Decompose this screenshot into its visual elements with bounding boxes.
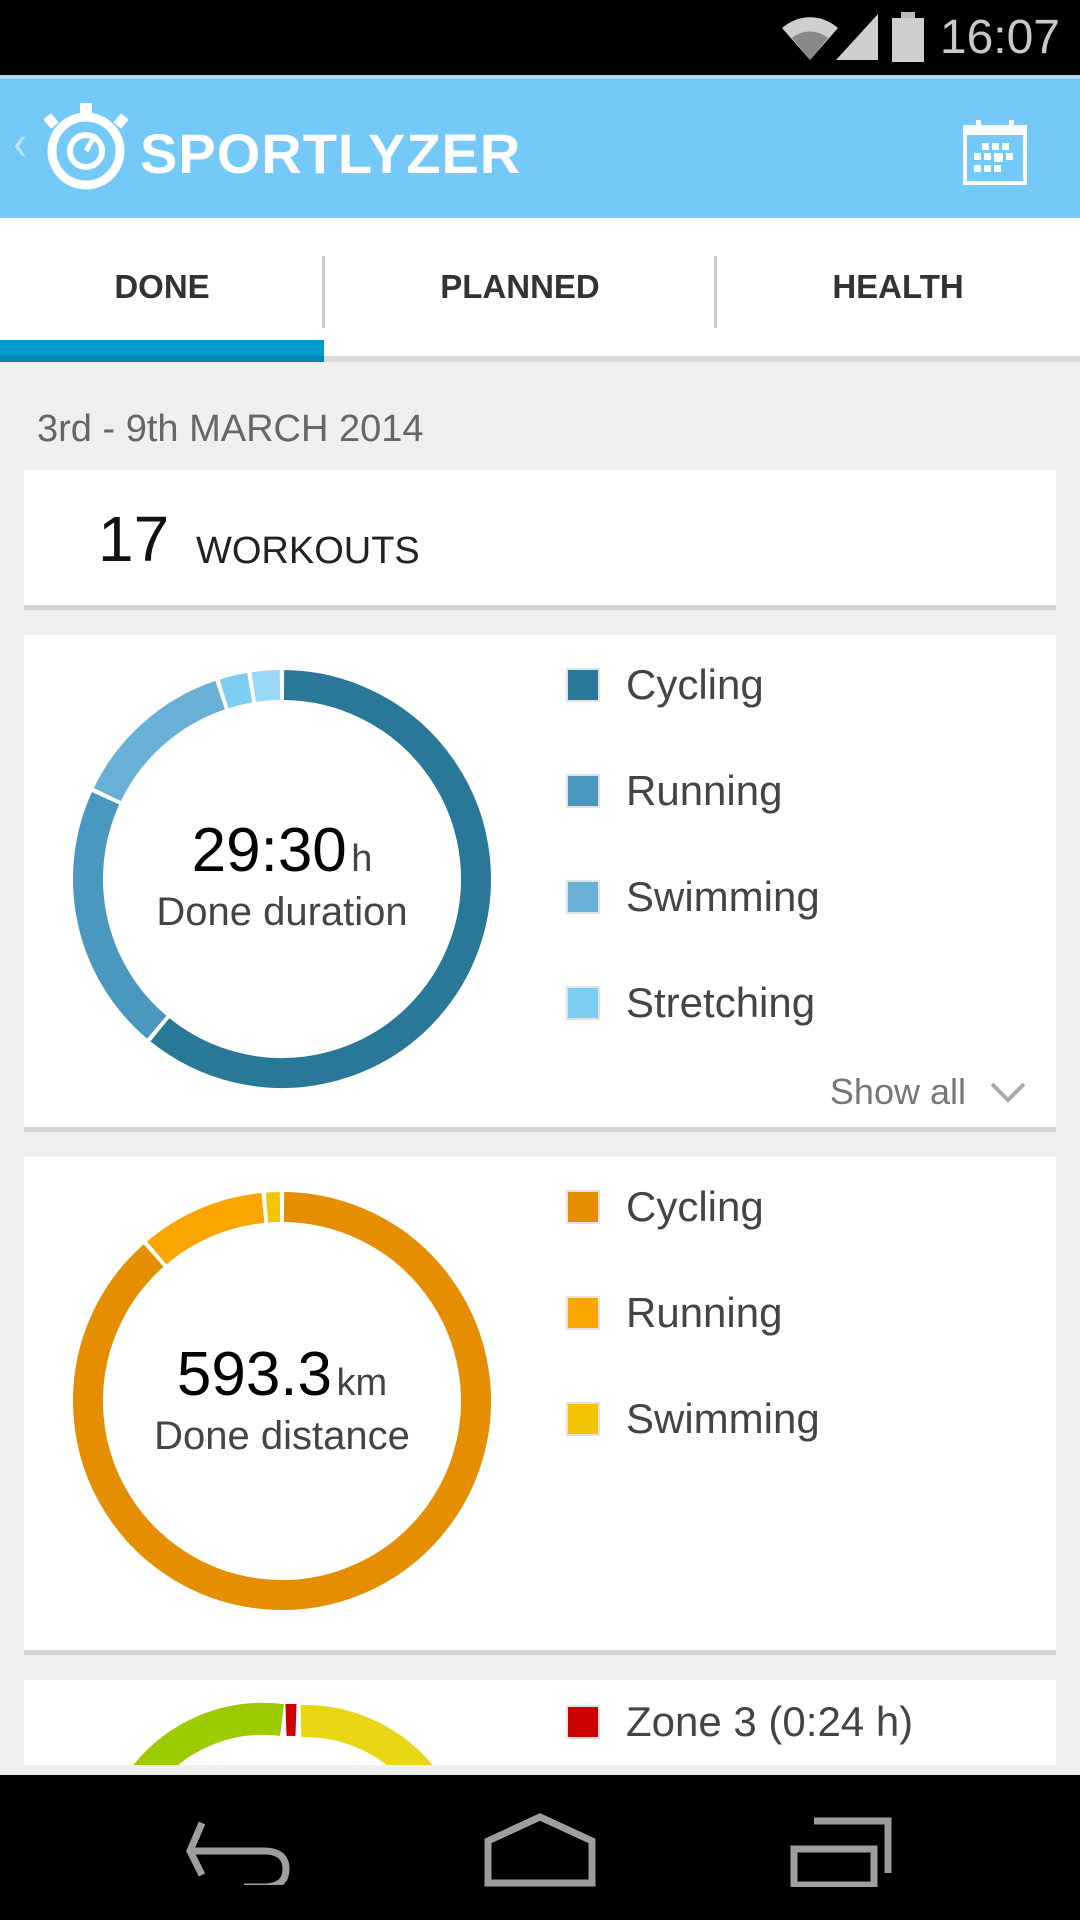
donut-segment-running [147, 1193, 265, 1265]
duration-summary: 29:30 h Done duration [72, 815, 492, 935]
legend-label: Swimming [626, 1395, 820, 1442]
duration-card[interactable]: 29:30 h Done duration Cycling Running Swim… [24, 635, 1056, 1132]
legend-item: Running [566, 767, 782, 815]
zone-arc-green [133, 1702, 285, 1765]
legend-label: Swimming [626, 873, 820, 920]
battery-icon [892, 12, 924, 62]
distance-summary: 593.3 km Done distance [72, 1339, 492, 1459]
tab-label: DONE [114, 268, 210, 305]
status-bar: 16:07 [0, 0, 1080, 75]
stopwatch-icon[interactable] [44, 101, 128, 191]
chevron-down-icon [990, 1082, 1026, 1103]
duration-value: 29:30 [191, 816, 347, 885]
signal-icon [836, 14, 878, 60]
tab-label: HEALTH [832, 268, 964, 305]
donut-segment-stretching [219, 672, 253, 709]
app-title: SPORTLYZER [140, 122, 522, 185]
legend-swatch [566, 1705, 600, 1739]
legend-label: Cycling [626, 661, 764, 708]
legend-swatch [566, 880, 600, 914]
date-range: 3rd - 9th MARCH 2014 [37, 408, 424, 450]
legend-label: Running [626, 767, 783, 814]
donut-segment-swimming [93, 680, 226, 802]
tab-bar: DONE PLANNED HEALTH [0, 218, 1080, 362]
distance-value: 593.3 [176, 1340, 333, 1409]
tab-label: PLANNED [440, 268, 600, 305]
legend-swatch [566, 774, 600, 808]
zone-arc-yellow [300, 1704, 433, 1765]
distance-card[interactable]: 593.3 km Done distance Cycling Running Swi… [24, 1157, 1056, 1655]
tab-done[interactable]: DONE [0, 218, 324, 356]
duration-legend: Cycling Running Swimming Stretching [566, 635, 1026, 1065]
back-icon[interactable] [186, 1815, 292, 1885]
duration-unit: h [351, 838, 373, 880]
home-icon[interactable] [484, 1813, 596, 1887]
clock: 16:07 [939, 11, 1060, 64]
legend-label: Cycling [626, 1183, 764, 1230]
legend-item: Running [566, 1289, 782, 1337]
donut-segment-other [251, 670, 281, 702]
legend-label: Running [626, 1289, 783, 1336]
show-all-button[interactable]: Show all [830, 1071, 1026, 1113]
tab-planned[interactable]: PLANNED [324, 218, 716, 356]
tab-health[interactable]: HEALTH [716, 218, 1080, 356]
zones-donut [133, 1702, 433, 1765]
workouts-count: 17 [98, 503, 170, 575]
legend-item: Swimming [566, 1395, 820, 1443]
legend-item: Cycling [566, 1183, 764, 1231]
donut-segment-swimming [265, 1192, 281, 1223]
distance-unit: km [336, 1362, 388, 1404]
distance-label: Done distance [154, 1414, 410, 1458]
calendar-icon[interactable] [962, 119, 1028, 185]
legend-label: Zone 3 (0:24 h) [626, 1698, 914, 1745]
legend-item: Zone 3 (0:24 h) [566, 1698, 913, 1746]
wifi-icon [782, 17, 838, 60]
recents-icon[interactable] [790, 1815, 894, 1887]
legend-item: Stretching [566, 979, 815, 1027]
legend-item: Cycling [566, 661, 764, 709]
back-chevron-icon[interactable]: ‹ [12, 115, 27, 173]
legend-swatch [566, 1296, 600, 1330]
legend-swatch [566, 1190, 600, 1224]
show-all-label: Show all [829, 1071, 966, 1112]
legend-swatch [566, 1402, 600, 1436]
workouts-label: WORKOUTS [196, 530, 420, 572]
legend-swatch [566, 986, 600, 1020]
workouts-card[interactable]: 17 WORKOUTS [24, 470, 1056, 610]
active-tab-indicator [0, 340, 324, 362]
duration-label: Done duration [156, 890, 408, 934]
app-bar: ‹ SPORTLYZER [0, 75, 1080, 218]
legend-item: Swimming [566, 873, 820, 921]
legend-swatch [566, 668, 600, 702]
legend-label: Stretching [626, 979, 816, 1026]
distance-legend: Cycling Running Swimming [566, 1157, 1026, 1587]
zones-card[interactable]: Zone 3 (0:24 h) [24, 1680, 1056, 1765]
navigation-bar [0, 1775, 1080, 1920]
